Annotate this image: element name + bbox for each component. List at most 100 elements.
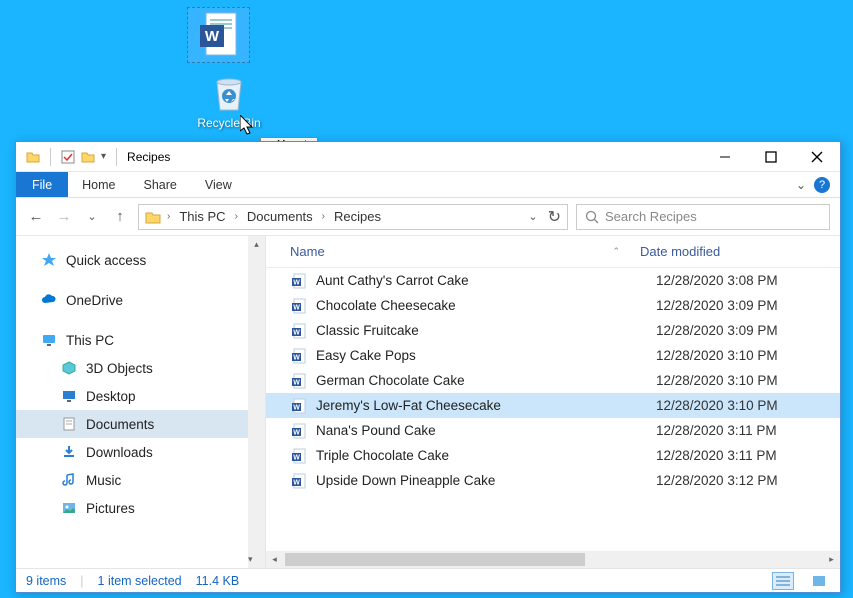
new-folder-icon[interactable] bbox=[81, 150, 95, 164]
3d-objects-icon bbox=[60, 359, 78, 377]
explorer-window: ▾ Recipes File Home Share View ⌄ ? ← → ⌄… bbox=[15, 141, 841, 593]
word-document-icon: W bbox=[290, 348, 308, 364]
column-headers[interactable]: Name ⌃ Date modified bbox=[266, 236, 840, 268]
details-view-button[interactable] bbox=[772, 572, 794, 590]
word-document-icon: W bbox=[290, 398, 308, 414]
file-row[interactable]: WJeremy's Low-Fat Cheesecake12/28/2020 3… bbox=[266, 393, 840, 418]
documents-icon bbox=[60, 415, 78, 433]
computer-icon bbox=[40, 331, 58, 349]
column-date[interactable]: Date modified bbox=[640, 244, 840, 259]
up-button[interactable]: ↑ bbox=[110, 208, 130, 225]
ribbon-collapse-icon[interactable]: ⌄ bbox=[796, 178, 806, 192]
search-placeholder: Search Recipes bbox=[605, 209, 697, 224]
file-name: Nana's Pound Cake bbox=[316, 423, 656, 438]
svg-text:W: W bbox=[293, 279, 300, 286]
svg-text:W: W bbox=[293, 379, 300, 386]
word-document-icon: W bbox=[290, 473, 308, 489]
status-selected: 1 item selected bbox=[98, 574, 182, 588]
sidebar-item-music[interactable]: Music bbox=[16, 466, 265, 494]
file-row[interactable]: WChocolate Cheesecake12/28/2020 3:09 PM bbox=[266, 293, 840, 318]
file-row[interactable]: W Nana's Pound Cake12/28/2020 3:11 PM bbox=[266, 418, 840, 443]
address-dropdown-icon[interactable]: ⌄ bbox=[528, 210, 537, 223]
share-tab[interactable]: Share bbox=[130, 172, 191, 197]
maximize-button[interactable] bbox=[748, 142, 794, 172]
home-tab[interactable]: Home bbox=[68, 172, 129, 197]
sidebar-item-downloads[interactable]: Downloads bbox=[16, 438, 265, 466]
status-bar: 9 items | 1 item selected 11.4 KB bbox=[16, 568, 840, 592]
word-document-icon: W bbox=[290, 423, 308, 439]
sidebar-item-desktop[interactable]: Desktop bbox=[16, 382, 265, 410]
dragged-file-ghost: W bbox=[187, 7, 250, 63]
svg-text:W: W bbox=[204, 28, 219, 45]
close-button[interactable] bbox=[794, 142, 840, 172]
pictures-icon bbox=[60, 499, 78, 517]
file-row[interactable]: WEasy Cake Pops12/28/2020 3:10 PM bbox=[266, 343, 840, 368]
music-icon bbox=[60, 471, 78, 489]
status-item-count: 9 items bbox=[26, 574, 66, 588]
search-box[interactable]: Search Recipes bbox=[576, 204, 830, 230]
thumbnails-view-button[interactable] bbox=[808, 572, 830, 590]
file-row[interactable]: W Triple Chocolate Cake12/28/2020 3:11 PM bbox=[266, 443, 840, 468]
file-pane: Name ⌃ Date modified WAunt Cathy's Carrot… bbox=[266, 236, 840, 568]
file-row[interactable]: WUpside Down Pineapple Cake12/28/2020 3:… bbox=[266, 468, 840, 493]
svg-text:W: W bbox=[293, 329, 300, 336]
svg-text:W: W bbox=[293, 304, 300, 311]
sidebar-quick-access[interactable]: Quick access bbox=[16, 246, 265, 274]
star-icon bbox=[40, 251, 58, 269]
back-button[interactable]: ← bbox=[26, 208, 46, 225]
word-document-icon: W bbox=[290, 323, 308, 339]
breadcrumb-documents[interactable]: Documents bbox=[244, 209, 316, 224]
breadcrumb-recipes[interactable]: Recipes bbox=[331, 209, 384, 224]
sidebar-item-3d-objects[interactable]: 3D Objects bbox=[16, 354, 265, 382]
word-document-icon: W bbox=[198, 11, 240, 59]
file-name: Chocolate Cheesecake bbox=[316, 298, 656, 313]
file-date: 12/28/2020 3:08 PM bbox=[656, 273, 840, 288]
downloads-icon bbox=[60, 443, 78, 461]
folder-icon[interactable] bbox=[26, 150, 40, 164]
file-date: 12/28/2020 3:10 PM bbox=[656, 348, 840, 363]
navigation-bar: ← → ⌄ ↑ › This PC › Documents › Recipes … bbox=[16, 198, 840, 236]
forward-button[interactable]: → bbox=[54, 208, 74, 225]
cloud-icon bbox=[40, 291, 58, 309]
word-document-icon: W bbox=[290, 273, 308, 289]
help-button[interactable]: ? bbox=[814, 177, 830, 193]
sidebar-scrollbar[interactable]: ▴▾ bbox=[248, 236, 265, 568]
sidebar-item-pictures[interactable]: Pictures bbox=[16, 494, 265, 522]
file-date: 12/28/2020 3:10 PM bbox=[656, 373, 840, 388]
folder-icon bbox=[145, 209, 161, 225]
sidebar-onedrive[interactable]: OneDrive bbox=[16, 286, 265, 314]
sort-indicator-icon: ⌃ bbox=[612, 246, 620, 257]
history-dropdown[interactable]: ⌄ bbox=[82, 210, 102, 223]
svg-text:W: W bbox=[293, 454, 300, 461]
file-name: Classic Fruitcake bbox=[316, 323, 656, 338]
search-icon bbox=[585, 210, 599, 224]
view-tab[interactable]: View bbox=[191, 172, 246, 197]
minimize-button[interactable] bbox=[702, 142, 748, 172]
refresh-button[interactable]: ↻ bbox=[548, 207, 561, 227]
file-row[interactable]: W German Chocolate Cake12/28/2020 3:10 PM bbox=[266, 368, 840, 393]
file-list[interactable]: WAunt Cathy's Carrot Cake12/28/2020 3:08… bbox=[266, 268, 840, 551]
properties-icon[interactable] bbox=[61, 150, 75, 164]
svg-text:W: W bbox=[293, 429, 300, 436]
file-row[interactable]: W Classic Fruitcake12/28/2020 3:09 PM bbox=[266, 318, 840, 343]
file-tab[interactable]: File bbox=[16, 172, 68, 197]
file-row[interactable]: WAunt Cathy's Carrot Cake12/28/2020 3:08… bbox=[266, 268, 840, 293]
desktop-icon bbox=[60, 387, 78, 405]
word-document-icon: W bbox=[290, 373, 308, 389]
file-date: 12/28/2020 3:10 PM bbox=[656, 398, 840, 413]
recycle-bin-icon bbox=[207, 70, 251, 114]
sidebar-item-documents[interactable]: Documents bbox=[16, 410, 265, 438]
file-name: German Chocolate Cake bbox=[316, 373, 656, 388]
breadcrumb-this-pc[interactable]: This PC bbox=[176, 209, 228, 224]
cursor-icon bbox=[240, 115, 258, 137]
address-bar[interactable]: › This PC › Documents › Recipes ⌄ ↻ bbox=[138, 204, 568, 230]
file-date: 12/28/2020 3:11 PM bbox=[656, 423, 840, 438]
ribbon: File Home Share View ⌄ ? bbox=[16, 172, 840, 198]
status-size: 11.4 KB bbox=[196, 574, 240, 588]
column-name[interactable]: Name bbox=[290, 244, 325, 259]
file-date: 12/28/2020 3:09 PM bbox=[656, 323, 840, 338]
file-name: Triple Chocolate Cake bbox=[316, 448, 656, 463]
file-date: 12/28/2020 3:11 PM bbox=[656, 448, 840, 463]
sidebar-this-pc[interactable]: This PC bbox=[16, 326, 265, 354]
horizontal-scrollbar[interactable]: ◂▸ bbox=[266, 551, 840, 568]
